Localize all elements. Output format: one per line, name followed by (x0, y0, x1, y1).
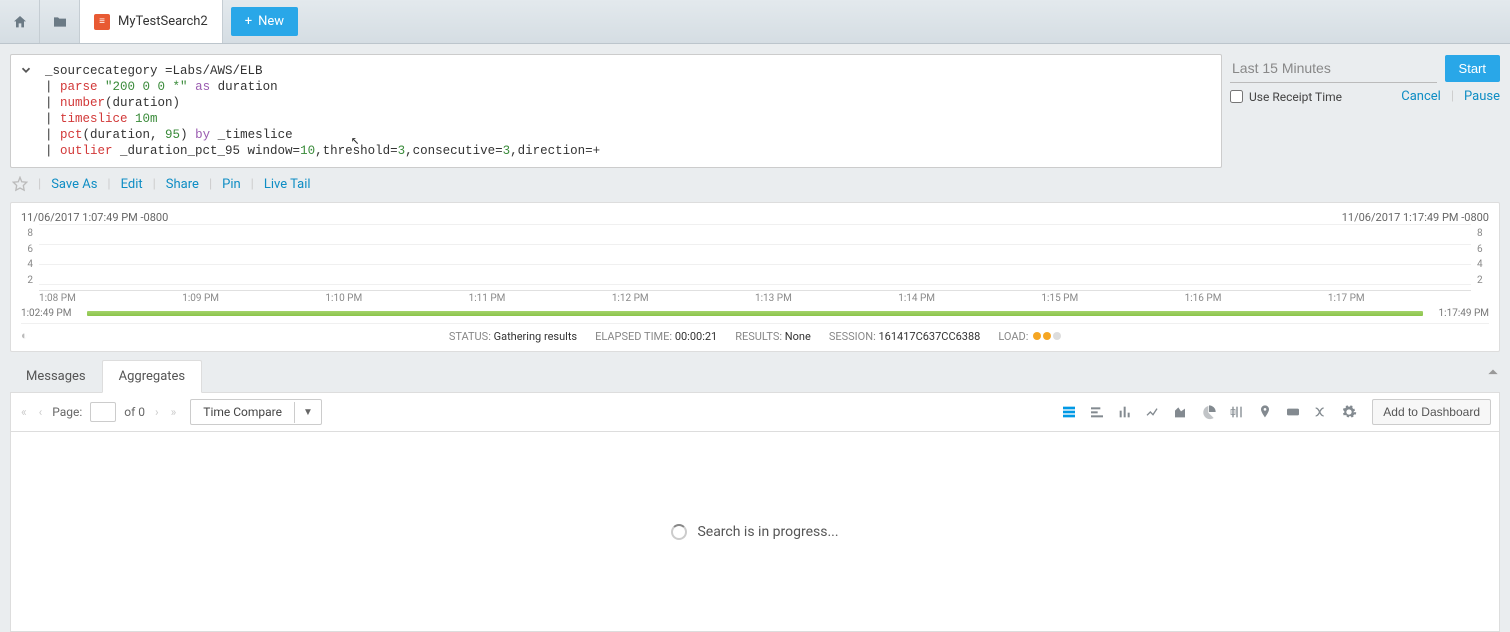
chart-settings-gear-icon[interactable] (1336, 399, 1362, 425)
results-body: Search is in progress... (10, 432, 1500, 632)
viz-bar-horizontal-icon[interactable] (1084, 399, 1110, 425)
use-receipt-time-checkbox[interactable]: Use Receipt Time (1230, 90, 1342, 104)
range-end-label: 1:17:49 PM (1429, 308, 1489, 319)
folder-icon[interactable] (40, 0, 80, 43)
viz-pie-icon[interactable] (1196, 399, 1222, 425)
viz-box-icon[interactable] (1224, 399, 1250, 425)
query-row: _sourcecategory =Labs/AWS/ELB | parse "2… (10, 54, 1500, 168)
page-input[interactable] (90, 402, 116, 422)
home-icon[interactable] (0, 0, 40, 43)
viz-bar-vertical-icon[interactable] (1112, 399, 1138, 425)
viz-single-value-icon[interactable] (1280, 399, 1306, 425)
pin-link[interactable]: Pin (222, 177, 241, 192)
tab-aggregates[interactable]: Aggregates (102, 360, 203, 393)
add-to-dashboard-button[interactable]: Add to Dashboard (1372, 399, 1491, 425)
search-doc-icon: ≡ (94, 14, 110, 30)
range-start-label: 1:02:49 PM (21, 308, 81, 319)
cancel-link[interactable]: Cancel (1401, 89, 1441, 104)
new-label: New (258, 14, 284, 29)
load-indicator (1031, 330, 1061, 343)
viz-area-icon[interactable] (1168, 399, 1194, 425)
chart-time-start: 11/06/2017 1:07:49 PM -0800 (21, 211, 168, 224)
viz-sankey-icon[interactable] (1308, 399, 1334, 425)
tab-messages[interactable]: Messages (10, 361, 102, 392)
live-tail-link[interactable]: Live Tail (264, 177, 311, 192)
time-compare-dropdown[interactable]: Time Compare ▼ (190, 399, 322, 425)
query-controls: Start Use Receipt Time Cancel | Pause (1230, 54, 1500, 168)
edit-link[interactable]: Edit (121, 177, 143, 192)
status-bar: ◐ STATUS: Gathering results ELAPSED TIME… (21, 323, 1489, 347)
share-link[interactable]: Share (166, 177, 199, 192)
loading-spinner-icon (671, 524, 687, 540)
y-axis-left: 8 6 4 2 (21, 224, 33, 304)
query-editor[interactable]: _sourcecategory =Labs/AWS/ELB | parse "2… (10, 54, 1222, 168)
collapse-chart-icon[interactable] (1486, 366, 1500, 380)
viz-table-icon[interactable] (1056, 399, 1082, 425)
page-label: Page: (52, 405, 82, 419)
histogram-panel: 11/06/2017 1:07:49 PM -0800 11/06/2017 1… (10, 202, 1500, 352)
favorite-star-icon[interactable] (12, 176, 28, 192)
plus-icon: + (245, 14, 252, 29)
viz-map-icon[interactable] (1252, 399, 1278, 425)
page-last-icon[interactable]: » (169, 405, 179, 419)
tab-active[interactable]: ≡ MyTestSearch2 (80, 0, 223, 43)
query-actions-bar: | Save As | Edit | Share | Pin | Live Ta… (10, 168, 1500, 202)
chevron-down-icon[interactable] (19, 63, 33, 77)
progress-message: Search is in progress... (697, 524, 838, 540)
pause-link[interactable]: Pause (1464, 89, 1500, 104)
page-prev-icon[interactable]: ‹ (37, 405, 45, 419)
page-first-icon[interactable]: « (19, 405, 29, 419)
chevron-down-icon[interactable]: ▼ (294, 402, 321, 423)
tab-title: MyTestSearch2 (118, 14, 208, 29)
new-tab-button[interactable]: + New (231, 7, 298, 36)
page-next-icon[interactable]: › (153, 405, 161, 419)
y-axis-right: 8 6 4 2 (1477, 224, 1489, 304)
start-button[interactable]: Start (1445, 55, 1500, 82)
chart-time-end: 11/06/2017 1:17:49 PM -0800 (1342, 211, 1489, 224)
time-range-picker[interactable] (1230, 54, 1437, 83)
viz-line-icon[interactable] (1140, 399, 1166, 425)
results-toolbar: « ‹ Page: of 0 › » Time Compare ▼ (10, 393, 1500, 432)
viz-toolbar: Add to Dashboard (1056, 399, 1491, 425)
top-tab-bar: ≡ MyTestSearch2 + New (0, 0, 1510, 44)
results-tabs: Messages Aggregates (10, 360, 1500, 393)
time-compare-label: Time Compare (191, 400, 294, 424)
page-of-label: of 0 (124, 405, 145, 419)
receipt-label: Use Receipt Time (1249, 90, 1342, 104)
receipt-checkbox[interactable] (1230, 90, 1243, 103)
status-spinner-icon: ◐ (21, 329, 28, 342)
pager: « ‹ Page: of 0 › » (19, 402, 178, 422)
volume-bar (87, 311, 1423, 316)
save-as-link[interactable]: Save As (51, 177, 97, 192)
chart-plot-area[interactable]: 1:08 PM 1:09 PM 1:10 PM 1:11 PM 1:12 PM … (39, 224, 1471, 304)
x-axis: 1:08 PM 1:09 PM 1:10 PM 1:11 PM 1:12 PM … (39, 290, 1471, 304)
